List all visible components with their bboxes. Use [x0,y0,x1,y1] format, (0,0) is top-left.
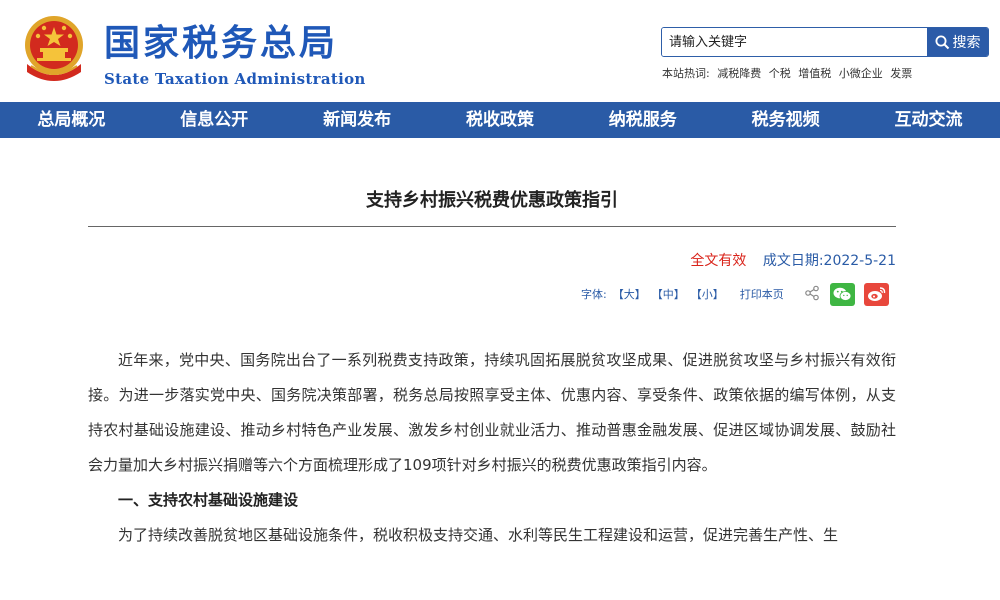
section-heading: 一、支持农村基础设施建设 [118,491,299,509]
nav-item-taxpayer-service[interactable]: 纳税服务 [571,102,714,138]
weibo-share-icon[interactable] [863,282,889,306]
hot-term-2[interactable]: 个税 [769,67,791,80]
search-icon [935,35,949,49]
hot-term-1[interactable]: 减税降费 [717,67,761,80]
document-date: 成文日期:2022-5-21 [762,253,896,269]
search-input[interactable] [662,28,927,56]
nav-item-tax-policy[interactable]: 税收政策 [429,102,572,138]
hot-term-5[interactable]: 发票 [890,67,912,80]
article-title: 支持乡村振兴税费优惠政策指引 [366,190,618,211]
share-icon[interactable] [804,285,820,304]
search-button-label: 搜索 [952,35,981,51]
article-paragraph: 近年来，党中央、国务院出台了一系列税费支持政策，持续巩固拓展脱贫攻坚成果、促进脱… [88,351,896,474]
nav-item-overview[interactable]: 总局概况 [0,102,143,138]
section-paragraph: 为了持续改善脱贫地区基础设施条件，税收积极支持交通、水利等民生工程建设和运营，促… [118,526,839,544]
article-tools: 字体: 【大】 【中】 【小】 打印本页 [581,281,889,307]
hot-terms: 本站热词: 减税降费 个税 增值税 小微企业 发票 [662,65,916,81]
font-small-button[interactable]: 【小】 [691,286,724,302]
site-logo-cn[interactable]: 国家税务总局 [104,22,338,66]
title-divider [88,226,896,227]
hot-term-3[interactable]: 增值税 [798,67,831,80]
wechat-share-icon[interactable] [829,282,855,306]
search-bar: 搜索 [661,27,989,57]
hot-term-4[interactable]: 小微企业 [839,67,883,80]
nav-item-info-disclosure[interactable]: 信息公开 [143,102,286,138]
print-button[interactable]: 打印本页 [740,286,784,302]
nav-item-interaction[interactable]: 互动交流 [857,102,1000,138]
font-size-label: 字体: [581,288,607,301]
national-emblem-icon[interactable] [21,14,87,86]
nav-item-news[interactable]: 新闻发布 [286,102,429,138]
main-nav: 总局概况 信息公开 新闻发布 税收政策 纳税服务 税务视频 互动交流 [0,102,1000,138]
hot-terms-label: 本站热词: [662,67,710,80]
article-meta: 全文有效 成文日期:2022-5-21 [690,250,896,270]
site-logo-en[interactable]: State Taxation Administration [104,70,366,88]
article-body: 近年来，党中央、国务院出台了一系列税费支持政策，持续巩固拓展脱贫攻坚成果、促进脱… [88,343,896,553]
validity-status: 全文有效 [690,253,747,269]
site-header: 国家税务总局 State Taxation Administration 搜索 … [0,0,1000,102]
font-large-button[interactable]: 【大】 [613,286,646,302]
font-medium-button[interactable]: 【中】 [652,286,685,302]
search-button[interactable]: 搜索 [927,28,988,56]
nav-item-tax-video[interactable]: 税务视频 [714,102,857,138]
